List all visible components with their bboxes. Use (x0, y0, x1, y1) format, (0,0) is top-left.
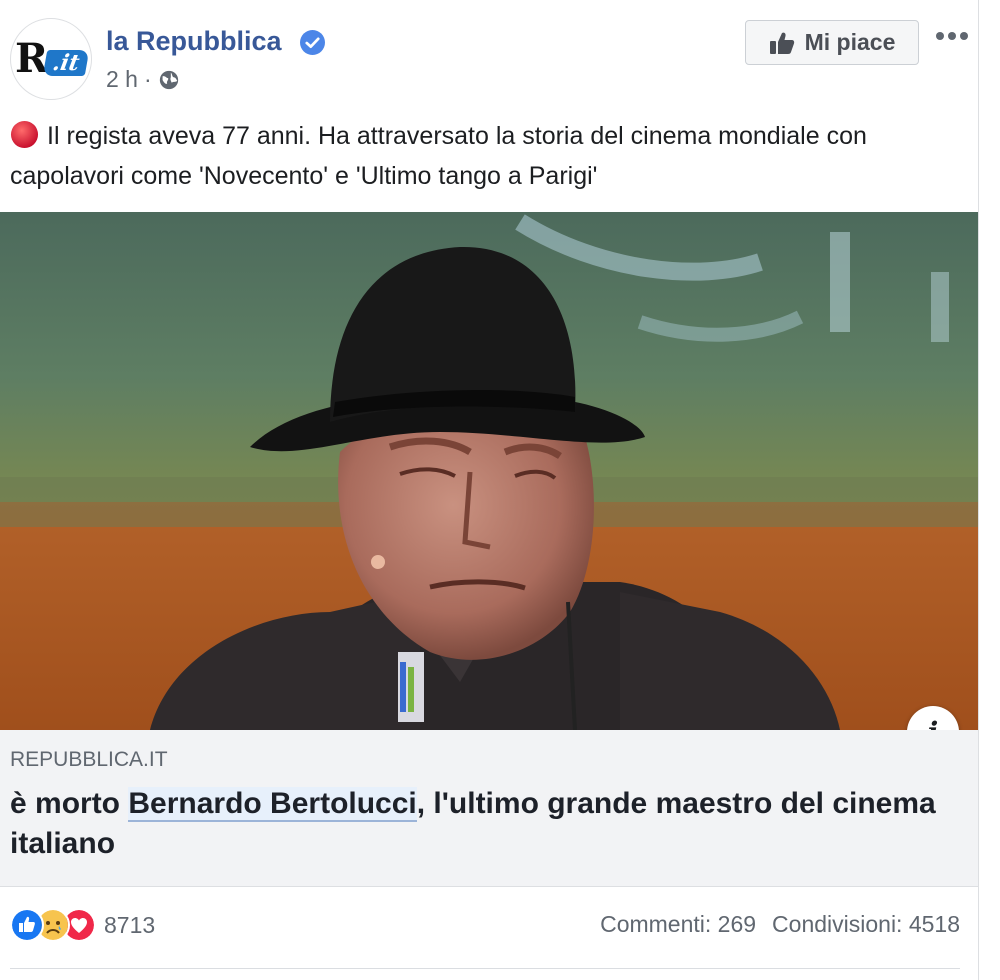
globe-icon[interactable] (158, 69, 180, 91)
red-circle-icon (10, 120, 39, 149)
footer-divider (10, 968, 960, 969)
page-avatar[interactable]: R .it (10, 18, 92, 100)
link-title[interactable]: è morto Bernardo Bertolucci, l'ultimo gr… (10, 784, 950, 864)
link-domain: REPUBBLICA.IT (10, 748, 168, 771)
link-preview[interactable]: REPUBBLICA.IT è morto Bernardo Bertolucc… (0, 730, 978, 887)
post-message-text: Il regista aveva 77 anni. Ha attraversat… (10, 122, 867, 190)
like-reaction-icon (10, 908, 44, 942)
thumbs-up-icon (769, 32, 794, 54)
meta-separator: · (143, 66, 152, 92)
reaction-count: 8713 (104, 911, 156, 938)
article-photo[interactable] (0, 212, 978, 730)
link-title-start: è morto (10, 787, 129, 820)
verified-badge-icon (300, 30, 325, 55)
comments-count[interactable]: Commenti: 269 (600, 911, 756, 938)
logo-badge: .it (42, 50, 90, 76)
like-page-button[interactable]: Mi piace (745, 20, 919, 65)
more-options-icon[interactable] (935, 26, 969, 46)
link-title-highlight: Bernardo Bertolucci (128, 787, 417, 822)
page-name-link[interactable]: la Repubblica (106, 26, 282, 57)
like-page-label: Mi piace (804, 29, 896, 55)
reactions-summary[interactable]: 8713 (10, 908, 155, 942)
post-timestamp[interactable]: 2 h (106, 66, 138, 93)
engagement-stats: Commenti: 269 Condivisioni: 4518 (600, 911, 960, 938)
post-meta: 2 h · (106, 66, 180, 93)
logo-letter: R (15, 35, 48, 82)
shares-count[interactable]: Condivisioni: 4518 (772, 911, 960, 938)
post-message: Il regista aveva 77 anni. Ha attraversat… (10, 116, 960, 196)
post-card: R .it la Repubblica 2 h · Mi piace Il re… (0, 0, 979, 980)
